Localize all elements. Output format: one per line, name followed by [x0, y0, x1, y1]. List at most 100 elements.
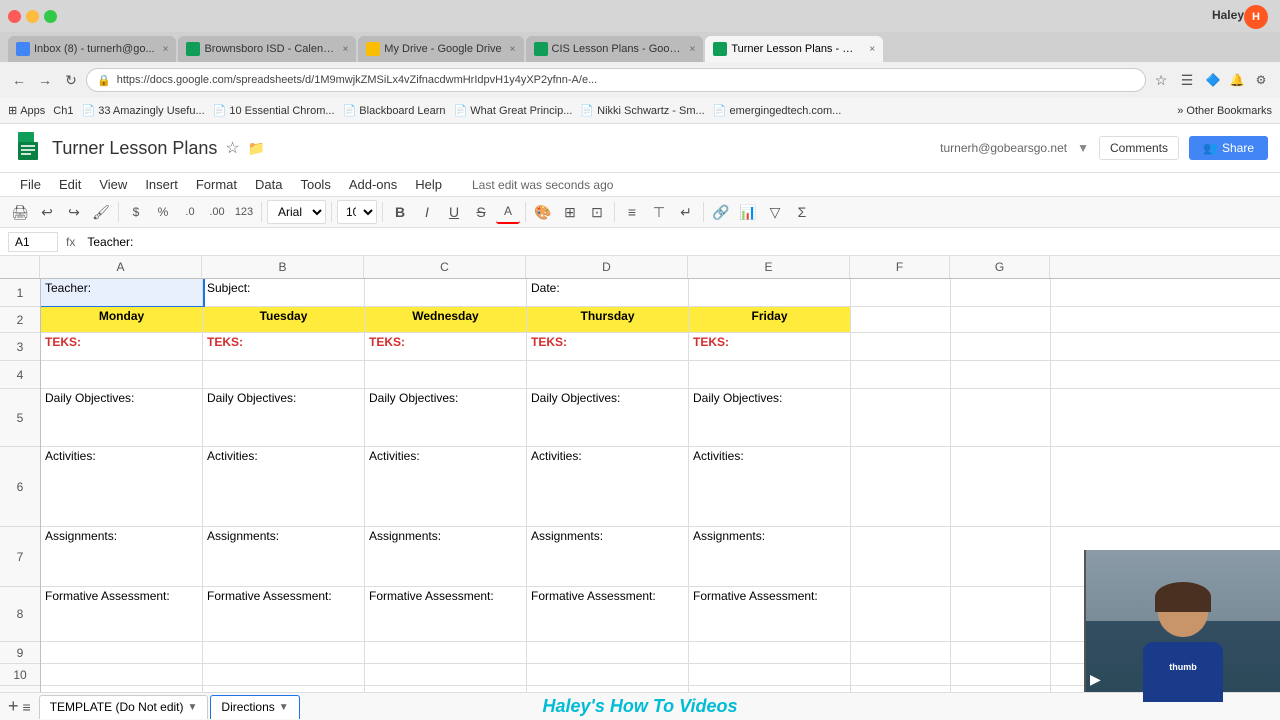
cell-e5-objectives[interactable]: Daily Objectives: [689, 389, 851, 446]
cell-c10[interactable] [365, 664, 527, 685]
user-avatar[interactable]: H [1244, 5, 1268, 29]
add-sheet-button[interactable]: + [8, 696, 19, 717]
cell-d2-thursday[interactable]: Thursday [527, 307, 689, 332]
cell-b7-assignments[interactable]: Assignments: [203, 527, 365, 586]
cell-b6-activities[interactable]: Activities: [203, 447, 365, 526]
functions-button[interactable]: Σ [790, 200, 814, 224]
font-selector[interactable]: Arial [267, 200, 326, 224]
bookmark-icon[interactable]: ☆ [1150, 69, 1172, 91]
cell-g8[interactable] [951, 587, 1051, 641]
cell-c7-assignments[interactable]: Assignments: [365, 527, 527, 586]
tab-close-icon[interactable]: × [869, 44, 875, 55]
cell-e2-friday[interactable]: Friday [689, 307, 851, 332]
bold-button[interactable]: B [388, 200, 412, 224]
align-left[interactable]: ≡ [620, 200, 644, 224]
forward-button[interactable]: → [34, 69, 56, 91]
user-label[interactable]: Haley [1212, 8, 1244, 22]
col-header-b[interactable]: B [202, 256, 364, 278]
bookmark-apps[interactable]: ⊞ Apps [8, 104, 45, 117]
tab-close-icon[interactable]: × [342, 44, 348, 55]
sheet-list-button[interactable]: ≡ [23, 699, 31, 715]
cell-e6-activities[interactable]: Activities: [689, 447, 851, 526]
cell-a9[interactable] [41, 642, 203, 663]
cell-f9[interactable] [851, 642, 951, 663]
cell-b3-teks[interactable]: TEKS: [203, 333, 365, 360]
wrap-button[interactable]: ↵ [674, 200, 698, 224]
bookmark-10[interactable]: 📄 10 Essential Chrom... [213, 104, 335, 117]
filter-button[interactable]: ▽ [763, 200, 787, 224]
reload-button[interactable]: ↻ [60, 69, 82, 91]
cell-b5-objectives[interactable]: Daily Objectives: [203, 389, 365, 446]
cell-c6-activities[interactable]: Activities: [365, 447, 527, 526]
row-num-6[interactable]: 6 [0, 447, 40, 527]
sheet-tab-template[interactable]: TEMPLATE (Do Not edit) ▼ [39, 695, 209, 719]
bookmark-emerging[interactable]: 📄 emergingedtech.com... [713, 104, 842, 117]
folder-icon[interactable]: 📁 [248, 140, 265, 157]
cell-b9[interactable] [203, 642, 365, 663]
cell-d7-assignments[interactable]: Assignments: [527, 527, 689, 586]
row-num-4[interactable]: 4 [0, 361, 40, 389]
tab-close-icon[interactable]: × [510, 44, 516, 55]
tab-close-icon[interactable]: × [163, 44, 169, 55]
tab-cis-lesson[interactable]: CIS Lesson Plans - Googl... × [526, 36, 704, 62]
cell-e7-assignments[interactable]: Assignments: [689, 527, 851, 586]
col-header-a[interactable]: A [40, 256, 202, 278]
cell-d1[interactable]: Date: [527, 279, 689, 306]
cell-a7-assignments[interactable]: Assignments: [41, 527, 203, 586]
cell-d5-objectives[interactable]: Daily Objectives: [527, 389, 689, 446]
link-button[interactable]: 🔗 [709, 200, 733, 224]
col-header-c[interactable]: C [364, 256, 526, 278]
cell-c3-teks[interactable]: TEKS: [365, 333, 527, 360]
chart-button[interactable]: 📊 [736, 200, 760, 224]
cell-b2-tuesday[interactable]: Tuesday [203, 307, 365, 332]
cell-f8[interactable] [851, 587, 951, 641]
cell-f4[interactable] [851, 361, 951, 388]
cell-g10[interactable] [951, 664, 1051, 685]
bookmark-blackboard[interactable]: 📄 Blackboard Learn [343, 104, 446, 117]
cell-a10[interactable] [41, 664, 203, 685]
cell-a2-monday[interactable]: Monday [41, 307, 203, 332]
cell-b1[interactable]: Subject: [203, 279, 365, 306]
cell-f2[interactable] [851, 307, 951, 332]
menu-file[interactable]: File [12, 175, 49, 194]
cell-g5[interactable] [951, 389, 1051, 446]
undo-button[interactable]: ↩ [35, 200, 59, 224]
cell-f1[interactable] [851, 279, 951, 306]
row-num-1[interactable]: 1 [0, 279, 40, 307]
fill-color-button[interactable]: 🎨 [531, 200, 555, 224]
col-header-g[interactable]: G [950, 256, 1050, 278]
cell-c4[interactable] [365, 361, 527, 388]
cell-a6-activities[interactable]: Activities: [41, 447, 203, 526]
back-button[interactable]: ← [8, 69, 30, 91]
ext-icon-2[interactable]: 🔔 [1226, 69, 1248, 91]
cell-a3-teks[interactable]: TEKS: [41, 333, 203, 360]
menu-view[interactable]: View [91, 175, 135, 194]
cell-g7[interactable] [951, 527, 1051, 586]
cell-d4[interactable] [527, 361, 689, 388]
tab-calendar[interactable]: Brownsboro ISD - Calend... × [178, 36, 356, 62]
row-num-7[interactable]: 7 [0, 527, 40, 587]
cell-d8-formative[interactable]: Formative Assessment: [527, 587, 689, 641]
cell-c1[interactable] [365, 279, 527, 306]
italic-button[interactable]: I [415, 200, 439, 224]
cell-d9[interactable] [527, 642, 689, 663]
address-bar[interactable]: 🔒 https://docs.google.com/spreadsheets/d… [86, 68, 1146, 92]
cell-g3[interactable] [951, 333, 1051, 360]
borders-button[interactable]: ⊞ [558, 200, 582, 224]
cell-c5-objectives[interactable]: Daily Objectives: [365, 389, 527, 446]
align-vert[interactable]: ⊤ [647, 200, 671, 224]
ext-icon-1[interactable]: 🔷 [1202, 69, 1224, 91]
minimize-button[interactable] [26, 10, 39, 23]
bookmark-ch1[interactable]: Ch1 [53, 105, 73, 117]
cell-a5-objectives[interactable]: Daily Objectives: [41, 389, 203, 446]
percent-button[interactable]: % [151, 200, 175, 224]
row-num-5[interactable]: 5 [0, 389, 40, 447]
tab-drive[interactable]: My Drive - Google Drive × [358, 36, 523, 62]
strikethrough-button[interactable]: S [469, 200, 493, 224]
print-button[interactable]: 🖨 [8, 200, 32, 224]
cell-d3-teks[interactable]: TEKS: [527, 333, 689, 360]
ext-icon-3[interactable]: ⚙ [1250, 69, 1272, 91]
format-number[interactable]: 123 [232, 200, 256, 224]
underline-button[interactable]: U [442, 200, 466, 224]
cell-a1[interactable]: Teacher: [41, 279, 203, 306]
